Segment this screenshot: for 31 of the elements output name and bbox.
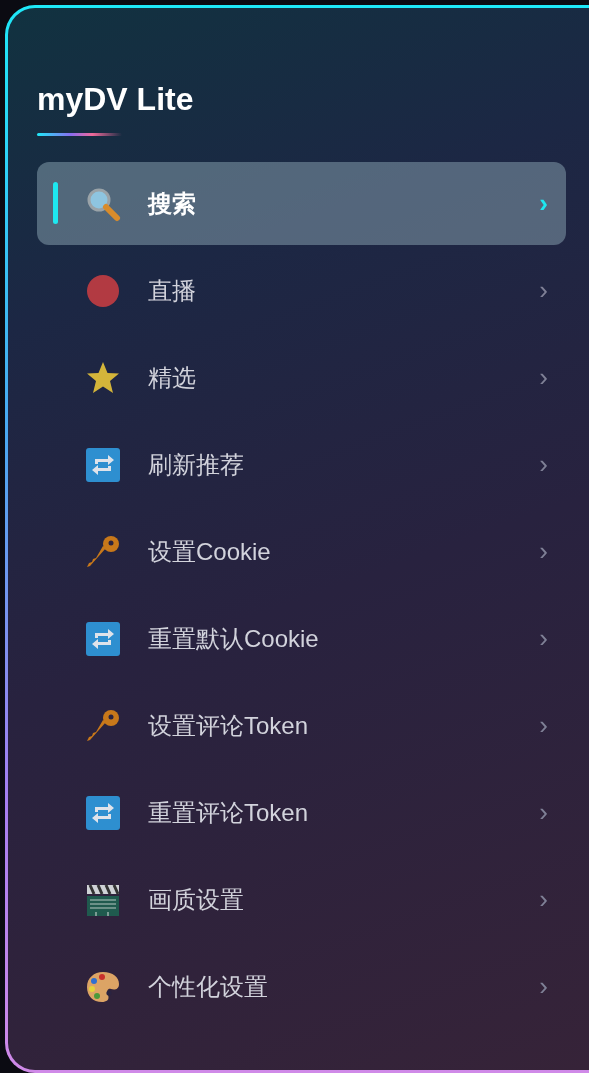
repeat-icon [86,795,120,830]
menu-item[interactable]: 设置评论Token › [37,684,566,767]
menu-item[interactable]: 搜索 › [37,162,566,245]
repeat-icon [86,621,120,656]
key-icon [86,534,120,569]
chevron-icon: › [539,971,548,1002]
selection-indicator [53,182,58,224]
menu-item[interactable]: 个性化设置 › [37,945,566,1028]
chevron-icon: › [539,623,548,654]
chevron-icon: › [539,362,548,393]
repeat-icon [86,447,120,482]
chevron-icon: › [539,710,548,741]
clapperboard-icon [86,882,120,917]
chevron-icon: › [539,449,548,480]
menu-item[interactable]: 重置评论Token › [37,771,566,854]
palette-icon [86,969,120,1004]
chevron-icon: › [539,188,548,219]
menu-item[interactable]: 精选 › [37,336,566,419]
menu-item[interactable]: 直播 › [37,249,566,332]
chevron-icon: › [539,884,548,915]
app-title: myDV Lite [37,80,195,119]
chevron-icon: › [539,797,548,828]
menu-item[interactable]: 重置默认Cookie › [37,597,566,680]
chevron-icon: › [539,275,548,306]
record-icon [86,273,120,308]
key-icon [86,708,120,743]
menu-item[interactable]: 刷新推荐 › [37,423,566,506]
star-icon [86,361,120,394]
menu-item[interactable]: 设置Cookie › [37,510,566,593]
chevron-icon: › [539,536,548,567]
menu-item[interactable]: 画质设置 › [37,858,566,941]
